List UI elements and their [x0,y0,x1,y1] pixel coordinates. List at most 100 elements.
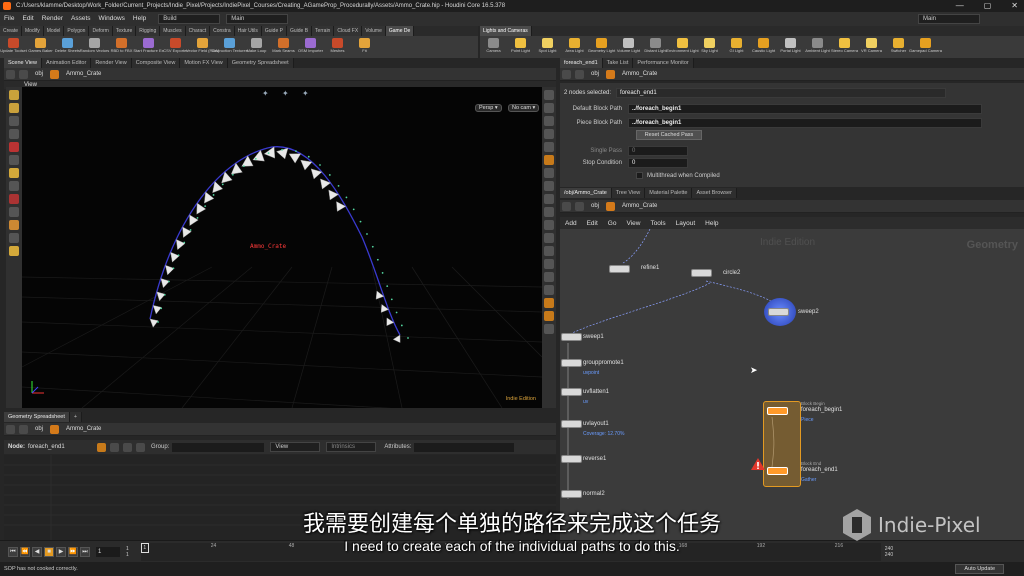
network-menu-add[interactable]: Add [560,220,582,227]
group-field[interactable] [172,442,265,452]
network-menu-layout[interactable]: Layout [671,220,701,227]
shelf-tool[interactable]: Stereo Camera [831,36,858,58]
tab-foreach-end1[interactable]: foreach_end1 [560,58,603,68]
build-desktop-dropdown[interactable]: Build [158,14,221,24]
back-icon[interactable] [6,69,15,79]
camera-dropdown[interactable]: No cam ▾ [508,104,540,112]
display-option-icon[interactable] [544,298,554,308]
magnet-tool-icon[interactable] [9,194,19,204]
points-mode-icon[interactable] [97,442,106,452]
path-ammo-crate[interactable]: Ammo_Crate [61,426,106,432]
display-option-icon[interactable] [544,155,554,165]
tool-icon[interactable] [9,246,19,256]
shelf-tool[interactable]: Spot Light [534,36,561,58]
main-desktop-dropdown[interactable]: Main [226,14,289,24]
shelf-tab[interactable]: Cloud FX [334,26,363,36]
shelf-tool[interactable]: Switcher [885,36,912,58]
tab-performance-monitor[interactable]: Performance Monitor [633,58,694,68]
move-tool-icon[interactable] [9,103,19,113]
shelf-tab[interactable]: Guide B [286,26,313,36]
menu-assets[interactable]: Assets [67,12,95,26]
detail-mode-icon[interactable] [136,442,145,452]
shelf-tool[interactable]: Environment Light [666,36,699,58]
shelf-tool[interactable]: Start Fracture Ex [133,36,164,58]
display-option-icon[interactable] [544,324,554,334]
forward-icon[interactable] [19,69,28,79]
paint-tool-icon[interactable] [9,168,19,178]
shelf-tool[interactable]: Mark Seams [270,36,297,58]
tab-scene-view[interactable]: Scene View [4,58,42,68]
desktop-dropdown[interactable]: Main [918,14,980,24]
intrinsics-dropdown[interactable]: Intrinsics [326,442,377,452]
shelf-tab[interactable]: Rigging [136,26,161,36]
display-option-icon[interactable] [544,103,554,113]
display-option-icon[interactable] [544,129,554,139]
handle-tool-icon[interactable] [9,116,19,126]
shelf-tool[interactable]: GI Light [723,36,750,58]
path-obj[interactable]: obj [30,71,48,77]
menu-edit[interactable]: Edit [18,12,37,26]
shelf-tab[interactable]: Muscles [160,26,186,36]
shelf-tool[interactable]: OSM Importer [297,36,324,58]
display-option-icon[interactable] [544,168,554,178]
foreach-end1-node[interactable] [767,467,788,475]
refine1-node[interactable] [609,265,630,273]
menu-windows[interactable]: Windows [95,12,129,26]
path-ammo-crate[interactable]: Ammo_Crate [61,71,106,77]
persp-dropdown[interactable]: Persp ▾ [475,104,502,112]
display-option-icon[interactable] [544,194,554,204]
display-option-icon[interactable] [544,116,554,126]
single-pass-field[interactable]: 0 [628,145,688,156]
shelf-tool[interactable]: Random Vectors [80,36,109,58]
auto-update-dropdown[interactable]: Auto Update [955,564,1004,574]
sweep1-node[interactable] [561,333,582,341]
path-ammo-crate[interactable]: Ammo_Crate [617,71,662,77]
snap-tool-icon[interactable] [9,220,19,230]
tab-render-view[interactable]: Render View [91,58,132,68]
rotate-tool-icon[interactable] [9,142,19,152]
forward-icon[interactable] [575,201,584,211]
path-obj[interactable]: obj [586,71,604,77]
tab-animation-editor[interactable]: Animation Editor [41,58,92,68]
scale-tool-icon[interactable] [9,155,19,165]
shelf-tab[interactable]: Texture [112,26,137,36]
network-menu-edit[interactable]: Edit [582,220,603,227]
display-option-icon[interactable] [544,272,554,282]
warning-icon[interactable] [750,457,766,471]
path-obj[interactable]: obj [586,203,604,209]
maximize-button[interactable]: ▢ [984,0,992,12]
forward-icon[interactable] [575,69,584,79]
view-home-icon[interactable]: ✦ [302,89,312,98]
display-option-icon[interactable] [544,233,554,243]
display-option-icon[interactable] [544,311,554,321]
uvflatten1-node[interactable] [561,388,582,396]
default-block-path-field[interactable]: ../foreach_begin1 [628,103,982,114]
vertices-mode-icon[interactable] [110,442,119,452]
display-option-icon[interactable] [544,181,554,191]
shelf-tab[interactable]: Create [0,26,23,36]
piece-block-path-field[interactable]: ../foreach_begin1 [628,117,982,128]
network-menu-view[interactable]: View [621,220,645,227]
path-obj[interactable]: obj [30,426,48,432]
shelf-tab[interactable]: Hair Utils [234,26,262,36]
scene-viewport[interactable]: Ammo_Crate Indie Edition Persp ▾ No cam … [22,87,542,408]
shelf-tool[interactable]: Fit [351,36,378,58]
tab-network-path[interactable]: /obj/Ammo_Crate [560,188,612,198]
shelf-tool[interactable]: Destruction Textures [211,36,248,58]
shelf-tool[interactable]: Meshes [324,36,351,58]
shelf-tool[interactable]: Point Light [507,36,534,58]
shelf-tab[interactable]: Modify [22,26,44,36]
shelf-tool[interactable]: Volume Light [615,36,642,58]
network-menu-go[interactable]: Go [603,220,622,227]
tab-take-list[interactable]: Take List [602,58,634,68]
forward-icon[interactable] [19,424,28,434]
lasso-tool-icon[interactable] [9,207,19,217]
shelf-tool[interactable]: Games Baker [27,36,54,58]
display-option-icon[interactable] [544,207,554,217]
shelf-tool[interactable]: Gamepad Camera [909,36,942,58]
display-option-icon[interactable] [544,90,554,100]
shelf-tool[interactable]: Ambient Light [804,36,831,58]
view-pin-icon[interactable]: ✦ [262,89,272,98]
stop-condition-field[interactable]: 0 [628,157,688,168]
shelf-tool[interactable]: Area Light [561,36,588,58]
